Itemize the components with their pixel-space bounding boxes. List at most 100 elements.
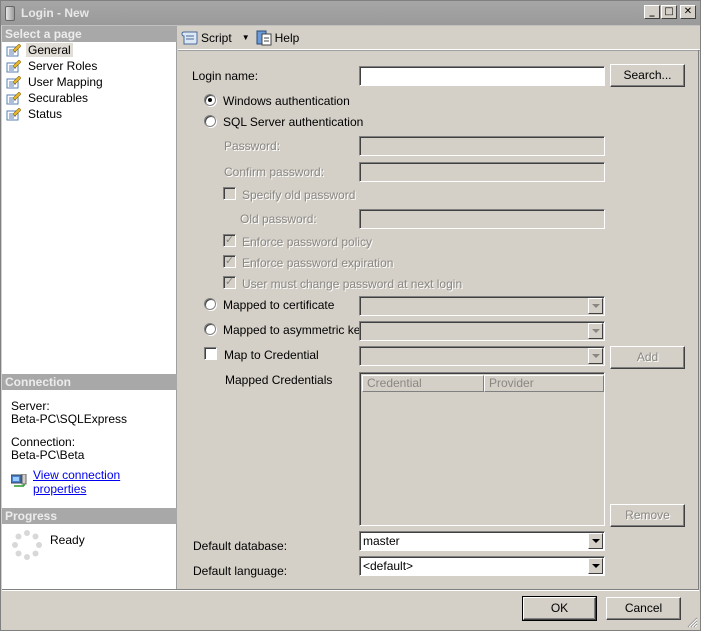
enforce-password-policy-label: Enforce password policy: [242, 235, 373, 249]
view-connection-properties-link[interactable]: View connection properties: [33, 468, 176, 496]
sidebar-item-securables[interactable]: Securables: [2, 90, 177, 106]
default-language-label: Default language:: [193, 564, 288, 578]
server-value: Beta-PC\SQLExpress: [11, 412, 128, 426]
script-dropdown-arrow-icon[interactable]: ▼: [242, 33, 250, 42]
help-button[interactable]: Help: [256, 30, 300, 46]
map-to-credential-label: Map to Credential: [224, 348, 319, 362]
minimize-button[interactable]: _: [644, 5, 660, 19]
checkmark-icon: ✓: [224, 275, 235, 288]
toolbar: Script ▼ Help: [178, 26, 700, 50]
ok-button[interactable]: OK: [522, 596, 597, 621]
windows-authentication-label: Windows authentication: [223, 94, 350, 108]
login-name-input[interactable]: [359, 66, 605, 86]
progress-header: Progress: [2, 508, 177, 524]
maximize-icon: □: [664, 6, 674, 17]
window-title: Login - New: [21, 6, 89, 20]
page-properties-icon: [6, 59, 22, 73]
maximize-button[interactable]: □: [661, 5, 677, 19]
must-change-password-label: User must change password at next login: [242, 277, 463, 291]
search-button[interactable]: Search...: [610, 64, 685, 87]
default-database-value: master: [363, 534, 400, 548]
mapped-to-asymmetric-key-radio[interactable]: [204, 323, 216, 335]
mapped-to-asymmetric-key-label: Mapped to asymmetric key: [223, 323, 367, 337]
password-label: Password:: [224, 139, 281, 153]
sidebar-item-server-roles[interactable]: Server Roles: [2, 58, 177, 74]
checkmark-icon: ✓: [224, 254, 235, 267]
chevron-down-icon: [588, 533, 603, 549]
default-language-select[interactable]: <default>: [359, 556, 605, 576]
confirm-password-input[interactable]: [359, 162, 605, 182]
chevron-down-icon: [588, 298, 603, 314]
page-list: General Server Roles User Mapping Secura…: [2, 42, 177, 122]
script-button[interactable]: Script: [181, 30, 232, 46]
progress-status: Ready: [50, 533, 85, 547]
mapped-to-certificate-label: Mapped to certificate: [223, 298, 335, 312]
title-bar[interactable]: Login - New _ □ ✕: [1, 1, 700, 26]
connection-properties-icon: [10, 473, 27, 491]
enforce-password-expiration-label: Enforce password expiration: [242, 256, 394, 270]
old-password-label: Old password:: [240, 212, 317, 226]
checkmark-icon: ✓: [224, 233, 235, 246]
sidebar: Select a page General Server Roles User …: [2, 26, 177, 589]
specify-old-password-label: Specify old password: [242, 188, 356, 202]
select-page-header: Select a page: [2, 26, 177, 42]
progress-spinner-icon: [12, 530, 42, 560]
footer-divider: [2, 589, 699, 591]
page-properties-icon: [6, 91, 22, 105]
grid-header: Credential Provider: [362, 375, 604, 392]
default-language-value: <default>: [363, 559, 414, 573]
help-icon: [256, 30, 272, 45]
mapped-credentials-grid[interactable]: Credential Provider: [359, 372, 605, 526]
login-new-dialog: Login - New _ □ ✕ Select a page General …: [0, 0, 701, 631]
sql-server-authentication-label: SQL Server authentication: [223, 115, 364, 129]
old-password-input[interactable]: [359, 209, 605, 229]
resize-grip-icon[interactable]: [686, 616, 698, 628]
help-label: Help: [274, 30, 300, 45]
credential-select[interactable]: [359, 346, 605, 366]
windows-authentication-radio[interactable]: [204, 94, 216, 106]
login-name-label: Login name:: [192, 69, 259, 83]
connection-value: Beta-PC\Beta: [11, 448, 85, 462]
default-database-select[interactable]: master: [359, 531, 605, 551]
sidebar-item-label: General: [26, 43, 73, 57]
asymmetric-key-select[interactable]: [359, 321, 605, 341]
enforce-password-expiration-checkbox[interactable]: ✓: [223, 255, 236, 268]
cancel-button[interactable]: Cancel: [606, 597, 681, 620]
column-header-credential[interactable]: Credential: [362, 375, 484, 392]
chevron-down-icon: [588, 323, 603, 339]
sidebar-item-general[interactable]: General: [2, 42, 177, 58]
close-icon: ✕: [683, 6, 693, 17]
app-icon: [5, 6, 15, 21]
script-icon: [181, 31, 198, 44]
specify-old-password-checkbox[interactable]: [223, 187, 236, 200]
mapped-credentials-label: Mapped Credentials: [225, 373, 333, 387]
default-database-label: Default database:: [193, 539, 288, 553]
chevron-down-icon: [588, 348, 603, 364]
page-properties-icon: [6, 107, 22, 121]
must-change-password-checkbox[interactable]: ✓: [223, 276, 236, 289]
connection-header: Connection: [2, 374, 177, 390]
add-credential-button[interactable]: Add: [610, 346, 685, 369]
map-to-credential-checkbox[interactable]: [204, 347, 217, 360]
enforce-password-policy-checkbox[interactable]: ✓: [223, 234, 236, 247]
sql-server-authentication-radio[interactable]: [204, 115, 216, 127]
chevron-down-icon: [588, 558, 603, 574]
sidebar-item-label: Securables: [28, 91, 89, 105]
remove-credential-button[interactable]: Remove: [610, 504, 685, 527]
certificate-select[interactable]: [359, 296, 605, 316]
page-properties-icon: [6, 75, 22, 89]
sidebar-item-label: Server Roles: [28, 59, 98, 73]
minimize-icon: _: [649, 6, 655, 17]
password-input[interactable]: [359, 136, 605, 156]
sidebar-item-status[interactable]: Status: [2, 106, 177, 122]
view-connection-properties-row: View connection properties: [10, 468, 176, 496]
column-header-provider[interactable]: Provider: [484, 375, 604, 392]
page-properties-icon: [6, 43, 22, 57]
close-button[interactable]: ✕: [680, 5, 696, 19]
sidebar-item-label: User Mapping: [28, 75, 103, 89]
mapped-to-certificate-radio[interactable]: [204, 298, 216, 310]
sidebar-item-user-mapping[interactable]: User Mapping: [2, 74, 177, 90]
confirm-password-label: Confirm password:: [224, 165, 325, 179]
script-label: Script: [201, 30, 232, 45]
sidebar-item-label: Status: [28, 107, 63, 121]
